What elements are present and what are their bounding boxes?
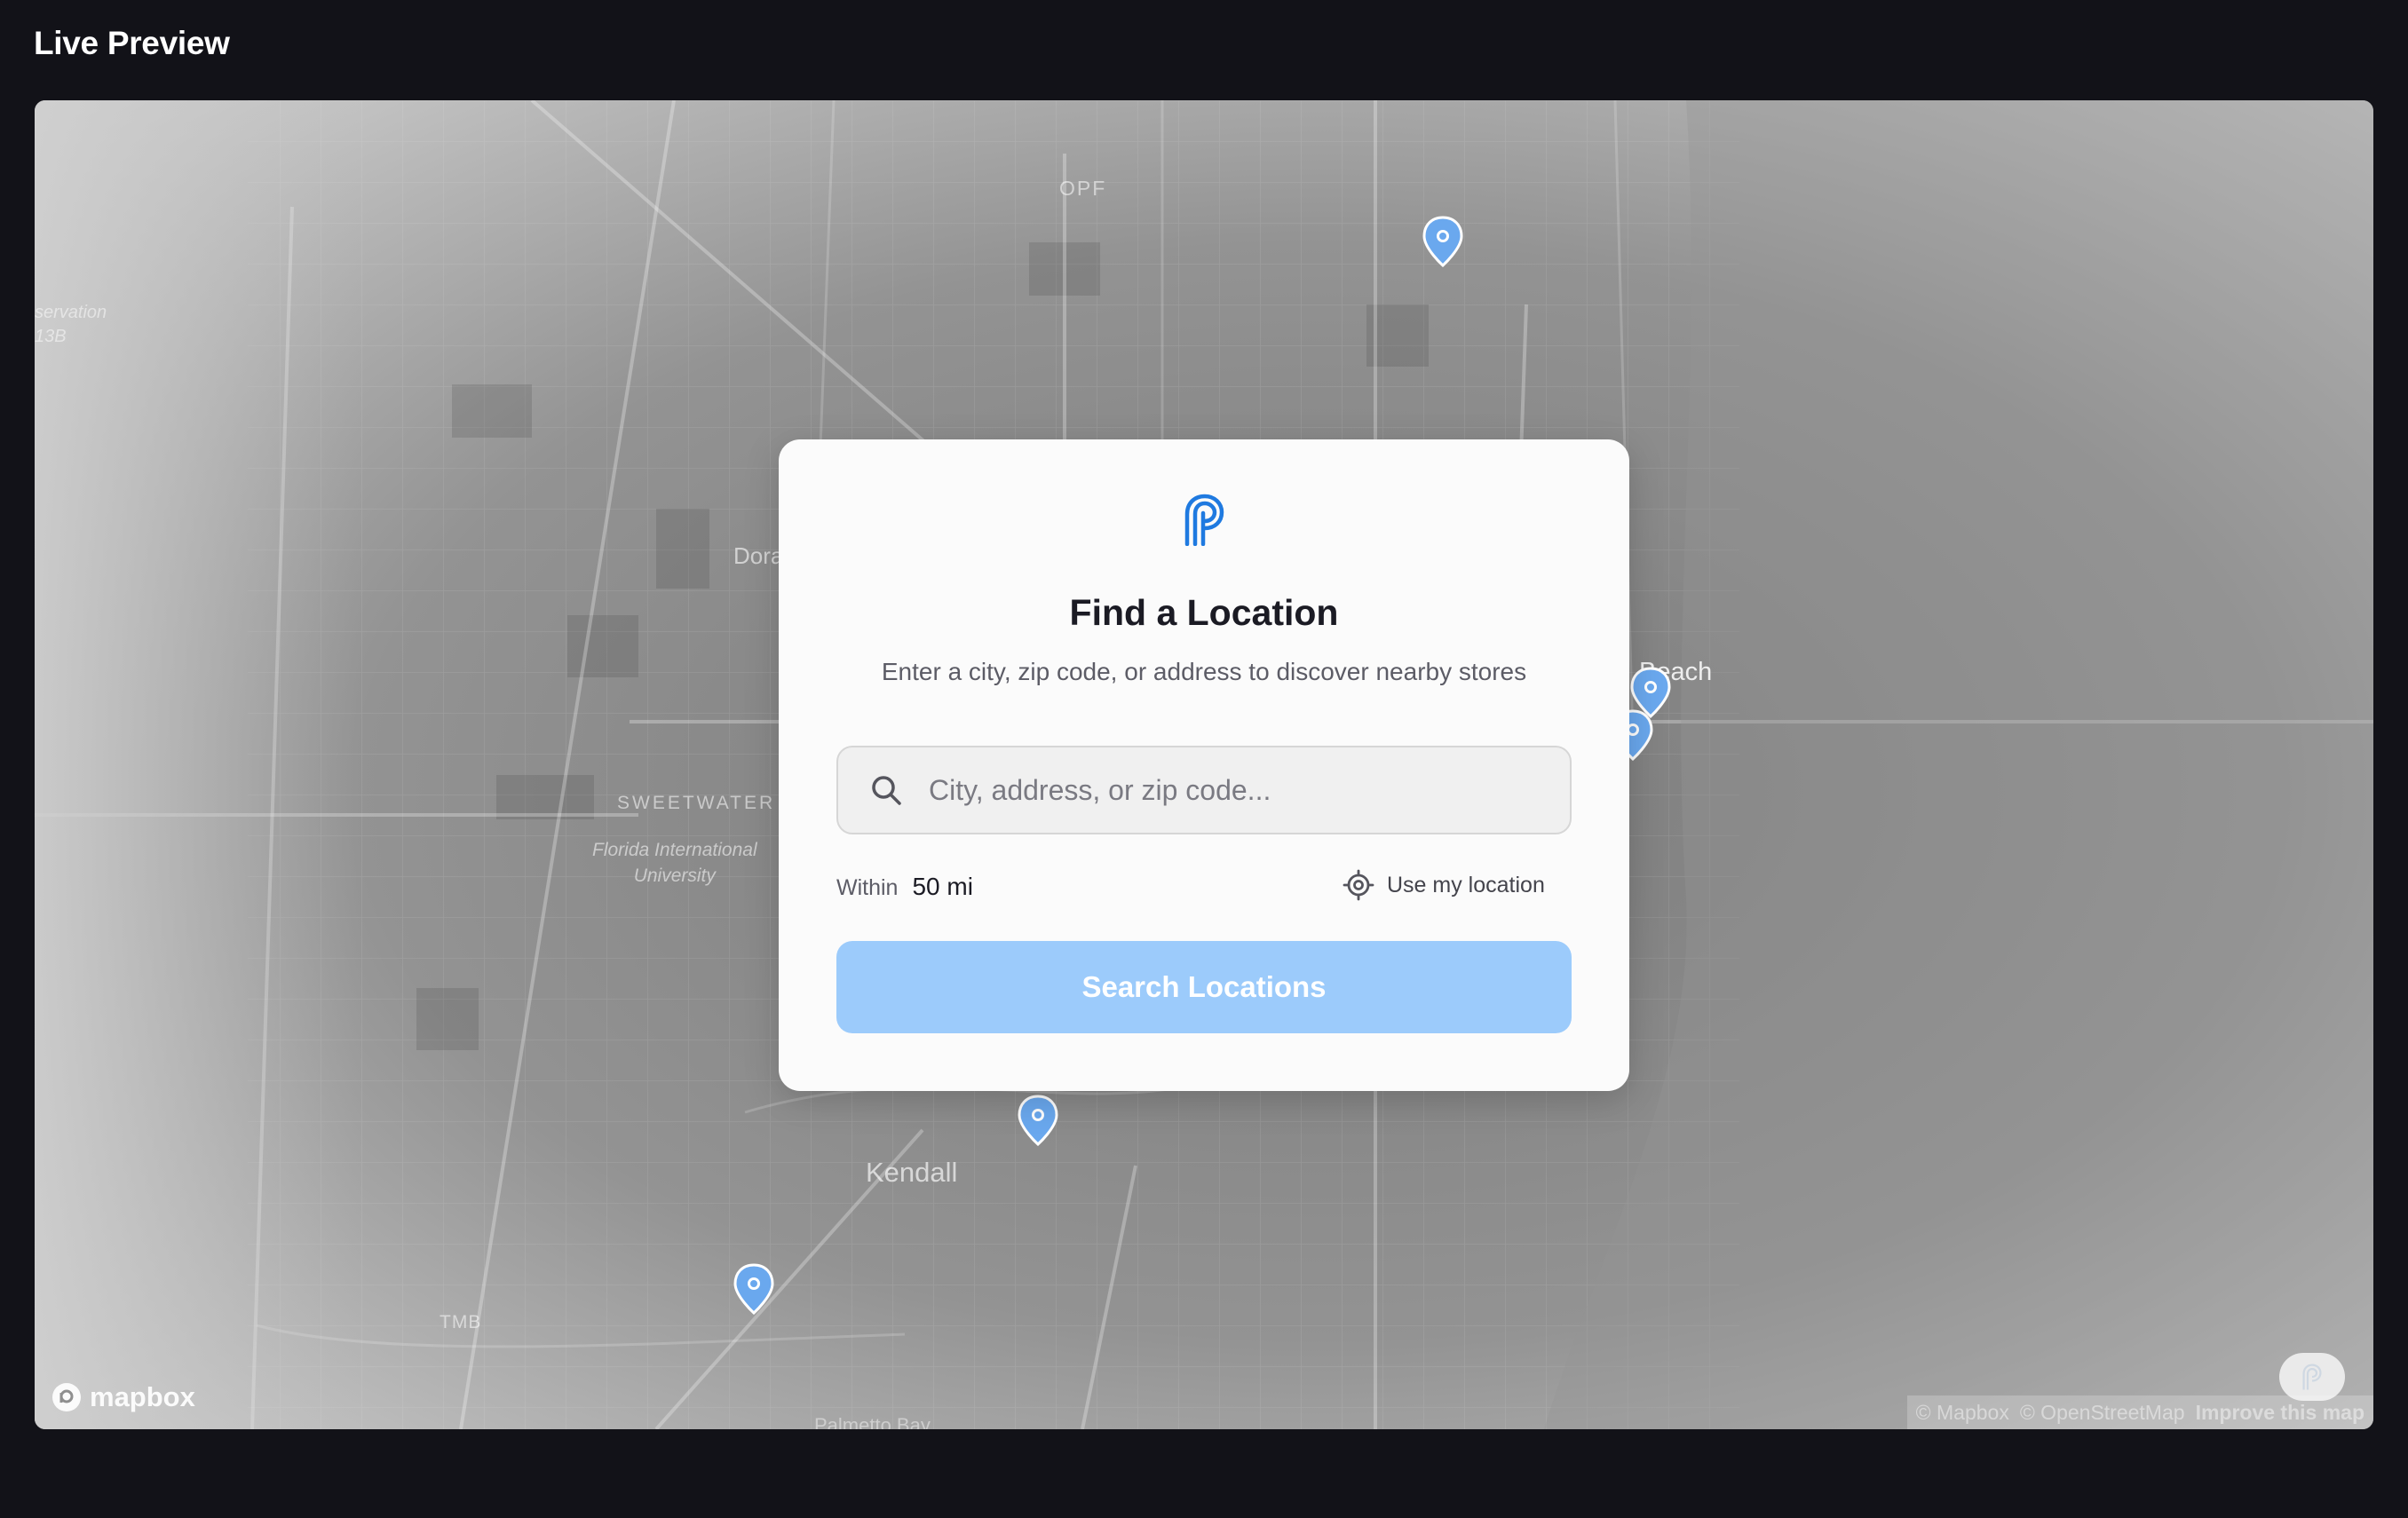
location-search-input[interactable]	[929, 773, 1550, 807]
improve-map-link[interactable]: Improve this map	[2196, 1401, 2364, 1425]
mapbox-logo-text: mapbox	[90, 1381, 195, 1412]
map-label-tmb: TMB	[440, 1312, 482, 1332]
search-box[interactable]	[836, 746, 1572, 834]
map-label-reservation: servation 13B	[35, 301, 107, 349]
map-label-reservation-line1: servation	[35, 303, 107, 322]
brand-logo-icon	[1184, 494, 1224, 546]
page-title: Live Preview	[34, 25, 230, 61]
brand-logo-icon	[2302, 1364, 2322, 1390]
map-label-doral: Dora	[733, 542, 784, 569]
map-label-palmetto-bay: Palmetto Bay	[814, 1414, 931, 1429]
map-label-opf: OPF	[1059, 177, 1107, 200]
radius-selector[interactable]: Within 50 mi	[836, 873, 973, 901]
crosshair-icon	[1343, 869, 1374, 901]
radius-value[interactable]: 50 mi	[912, 873, 972, 901]
modal-subtitle: Enter a city, zip code, or address to di…	[881, 658, 1527, 685]
map-label-fiu-line2: University	[633, 866, 716, 886]
map-label-fiu: Florida International University	[592, 837, 757, 889]
radius-label: Within	[836, 875, 899, 900]
map-pin-icon[interactable]	[733, 1263, 775, 1315]
search-locations-button[interactable]: Search Locations	[836, 941, 1572, 1033]
attribution-osm-link[interactable]: © OpenStreetMap	[2020, 1401, 2185, 1425]
mapbox-logo-icon	[52, 1383, 81, 1411]
search-icon	[872, 776, 901, 805]
use-my-location-button[interactable]: Use my location	[1343, 869, 1545, 901]
find-location-modal: Find a Location Enter a city, zip code, …	[779, 439, 1629, 1091]
map-attribution: © Mapbox © OpenStreetMap Improve this ma…	[1906, 1395, 2373, 1429]
map-label-kendall: Kendall	[866, 1157, 958, 1188]
map-pin-icon[interactable]	[1017, 1095, 1059, 1146]
page: Live Preview OPF servation 13B Dora SWEE…	[0, 0, 2408, 1518]
use-my-location-label: Use my location	[1387, 872, 1545, 897]
map-label-reservation-line2: 13B	[35, 327, 67, 346]
mapbox-logo[interactable]: mapbox	[51, 1381, 195, 1413]
modal-title: Find a Location	[1069, 592, 1339, 633]
map-label-fiu-line1: Florida International	[592, 840, 757, 860]
brand-badge[interactable]	[2279, 1353, 2345, 1401]
map-label-sweetwater: SWEETWATER	[617, 793, 776, 813]
map-pin-icon[interactable]	[1422, 216, 1464, 267]
attribution-mapbox-link[interactable]: © Mapbox	[1916, 1401, 2009, 1425]
